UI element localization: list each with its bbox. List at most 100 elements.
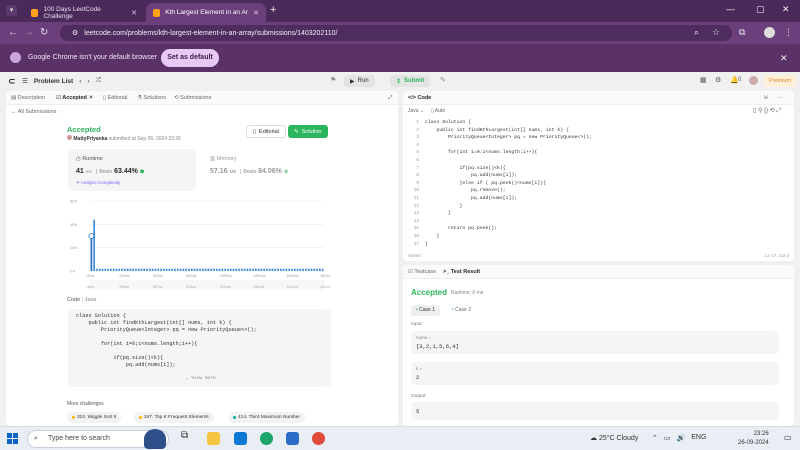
tab-search-icon[interactable]: ▾ bbox=[6, 5, 17, 16]
network-icon[interactable]: ▭ bbox=[664, 434, 671, 442]
chart-bar[interactable] bbox=[254, 268, 257, 271]
editor-code-line[interactable]: } bbox=[425, 234, 440, 239]
challenge-chip[interactable]: 324. Wiggle Sort II bbox=[67, 412, 122, 423]
chart-bar[interactable] bbox=[190, 268, 193, 271]
chrome-menu-icon[interactable]: ⋮ bbox=[784, 27, 793, 38]
chart-bar[interactable] bbox=[246, 268, 249, 271]
editor-code-line[interactable]: } bbox=[425, 204, 463, 209]
zoom-search-icon[interactable]: ⌕ bbox=[694, 27, 699, 38]
runtime-card[interactable]: ◷ Runtime 41 ms | Beats 63.44% ⬢ ✦ Analy… bbox=[68, 149, 196, 191]
chart-bar[interactable] bbox=[266, 268, 268, 271]
chart-bar[interactable] bbox=[293, 268, 296, 271]
author-name[interactable]: MattyPriyanka bbox=[73, 136, 107, 142]
case-1-tab[interactable]: • Case 1 bbox=[411, 305, 440, 316]
chart-bar[interactable] bbox=[98, 268, 101, 271]
chart-bar[interactable] bbox=[249, 268, 252, 271]
chart-bar[interactable] bbox=[235, 268, 238, 271]
editor-code-line[interactable]: } bbox=[425, 242, 428, 247]
chart-bar[interactable] bbox=[154, 268, 157, 271]
chart-bar[interactable] bbox=[277, 268, 279, 271]
search-highlight-icon[interactable] bbox=[144, 429, 166, 449]
chart-bar[interactable] bbox=[96, 268, 98, 271]
task-view-icon[interactable]: ⧉ bbox=[181, 430, 194, 443]
chart-bar[interactable] bbox=[112, 268, 115, 271]
auto-mode-toggle[interactable]: ▯ Auto bbox=[431, 108, 445, 114]
chart-bar[interactable] bbox=[126, 268, 129, 271]
chart-bar[interactable] bbox=[162, 268, 165, 271]
editor-code-line[interactable]: public int findKthLargest(int[] nums, in… bbox=[425, 128, 569, 133]
case-2-tab[interactable]: • Case 2 bbox=[447, 305, 476, 316]
submit-button[interactable]: ⇪ Submit bbox=[390, 75, 431, 87]
chart-bar[interactable] bbox=[274, 268, 277, 271]
chart-bar[interactable] bbox=[110, 268, 112, 271]
chart-bar[interactable] bbox=[291, 268, 293, 271]
minimize-icon[interactable]: — bbox=[726, 4, 735, 14]
chart-bar[interactable] bbox=[140, 268, 143, 271]
chart-bar[interactable] bbox=[271, 268, 274, 271]
challenge-chip[interactable]: 347. Top K Frequent Elements bbox=[134, 412, 214, 423]
chart-bar[interactable] bbox=[299, 268, 302, 271]
chart-bar[interactable] bbox=[115, 268, 118, 271]
weather-widget[interactable]: ☁ 25°C Cloudy bbox=[590, 434, 638, 442]
notification-center-icon[interactable]: ▭ bbox=[784, 433, 792, 442]
chart-bar[interactable] bbox=[321, 268, 324, 271]
editor-code-line[interactable]: for(int i=0;i<nums.length;i++){ bbox=[425, 150, 537, 155]
editor-code-line[interactable]: return pq.peek(); bbox=[425, 226, 497, 231]
chart-bar[interactable] bbox=[221, 268, 224, 271]
next-problem-icon[interactable]: › bbox=[87, 78, 89, 85]
chart-bar[interactable] bbox=[185, 268, 187, 271]
chart-bar[interactable] bbox=[302, 268, 304, 271]
tab-editorial[interactable]: ▯ Editorial bbox=[103, 95, 127, 101]
chart-bar[interactable] bbox=[132, 268, 135, 271]
close-tab-icon[interactable]: ✕ bbox=[131, 9, 137, 17]
file-explorer-icon[interactable] bbox=[207, 432, 220, 445]
chart-bar[interactable] bbox=[313, 268, 316, 271]
editor-code-line[interactable]: if(pq.size()<k){ bbox=[425, 166, 506, 171]
profile-avatar[interactable] bbox=[764, 27, 775, 38]
analyze-complexity-link[interactable]: ✦ Analyze Complexity bbox=[76, 180, 120, 186]
editor-code-line[interactable]: }else if ( pq.peek()<nums[i]){ bbox=[425, 181, 546, 186]
chart-bar[interactable] bbox=[296, 268, 299, 271]
tab-submissions[interactable]: ⟲ Submissions bbox=[174, 95, 211, 101]
view-more-button[interactable]: ⌄ View more bbox=[186, 376, 216, 381]
chart-bar[interactable] bbox=[229, 268, 232, 271]
chart-bar[interactable] bbox=[310, 268, 313, 271]
chart-bar[interactable] bbox=[143, 268, 146, 271]
chart-bar[interactable] bbox=[151, 268, 154, 271]
leetcode-logo-icon[interactable]: ⊂ bbox=[8, 76, 16, 87]
chart-bar[interactable] bbox=[285, 268, 288, 271]
tab-accepted[interactable]: ☑ Accepted ✕ bbox=[56, 95, 93, 101]
tray-chevron-icon[interactable]: ⌃ bbox=[652, 434, 658, 442]
challenge-chip[interactable]: 414. Third Maximum Number bbox=[228, 412, 306, 423]
chart-bar[interactable] bbox=[257, 268, 260, 271]
chart-bar[interactable] bbox=[121, 268, 123, 271]
chart-bar[interactable] bbox=[307, 268, 310, 271]
editorial-button[interactable]: ▯ Editorial bbox=[246, 125, 286, 138]
browser-tab-1[interactable]: 100 Days LeetCode Challenge ✕ bbox=[24, 3, 144, 22]
editor-collapse-icon[interactable]: ⇲ bbox=[763, 95, 768, 101]
tab-solutions[interactable]: ⚗ Solutions bbox=[137, 95, 166, 101]
chart-bar[interactable] bbox=[213, 268, 215, 271]
chart-bar[interactable] bbox=[157, 268, 160, 271]
debug-icon[interactable]: ⚑ bbox=[330, 76, 336, 84]
user-avatar[interactable] bbox=[749, 76, 758, 85]
chart-bar[interactable] bbox=[232, 268, 235, 271]
chart-bar[interactable] bbox=[182, 268, 185, 271]
chart-bar[interactable] bbox=[288, 268, 291, 271]
chart-bar[interactable] bbox=[160, 268, 162, 271]
problem-list-link[interactable]: Problem List bbox=[34, 78, 73, 85]
set-as-default-button[interactable]: Set as default bbox=[161, 49, 219, 67]
editor-code-line[interactable]: pq.add(nums[i]); bbox=[425, 196, 517, 201]
chart-bar[interactable] bbox=[90, 236, 93, 271]
browser-tab-2[interactable]: Kth Largest Element in an Array ✕ bbox=[146, 3, 266, 22]
chart-bar[interactable] bbox=[282, 268, 285, 271]
mail-icon[interactable] bbox=[286, 432, 299, 445]
prev-problem-icon[interactable]: ‹ bbox=[79, 78, 81, 85]
chart-bar[interactable] bbox=[137, 268, 140, 271]
url-field[interactable]: ⚙ leetcode.com/problems/kth-largest-elem… bbox=[60, 25, 732, 41]
forward-icon[interactable]: → bbox=[24, 27, 34, 38]
tab-testcase[interactable]: ☑ Testcase bbox=[408, 269, 436, 275]
chart-bar[interactable] bbox=[165, 268, 168, 271]
chart-bar[interactable] bbox=[279, 268, 282, 271]
reload-icon[interactable]: ↻ bbox=[40, 27, 48, 38]
